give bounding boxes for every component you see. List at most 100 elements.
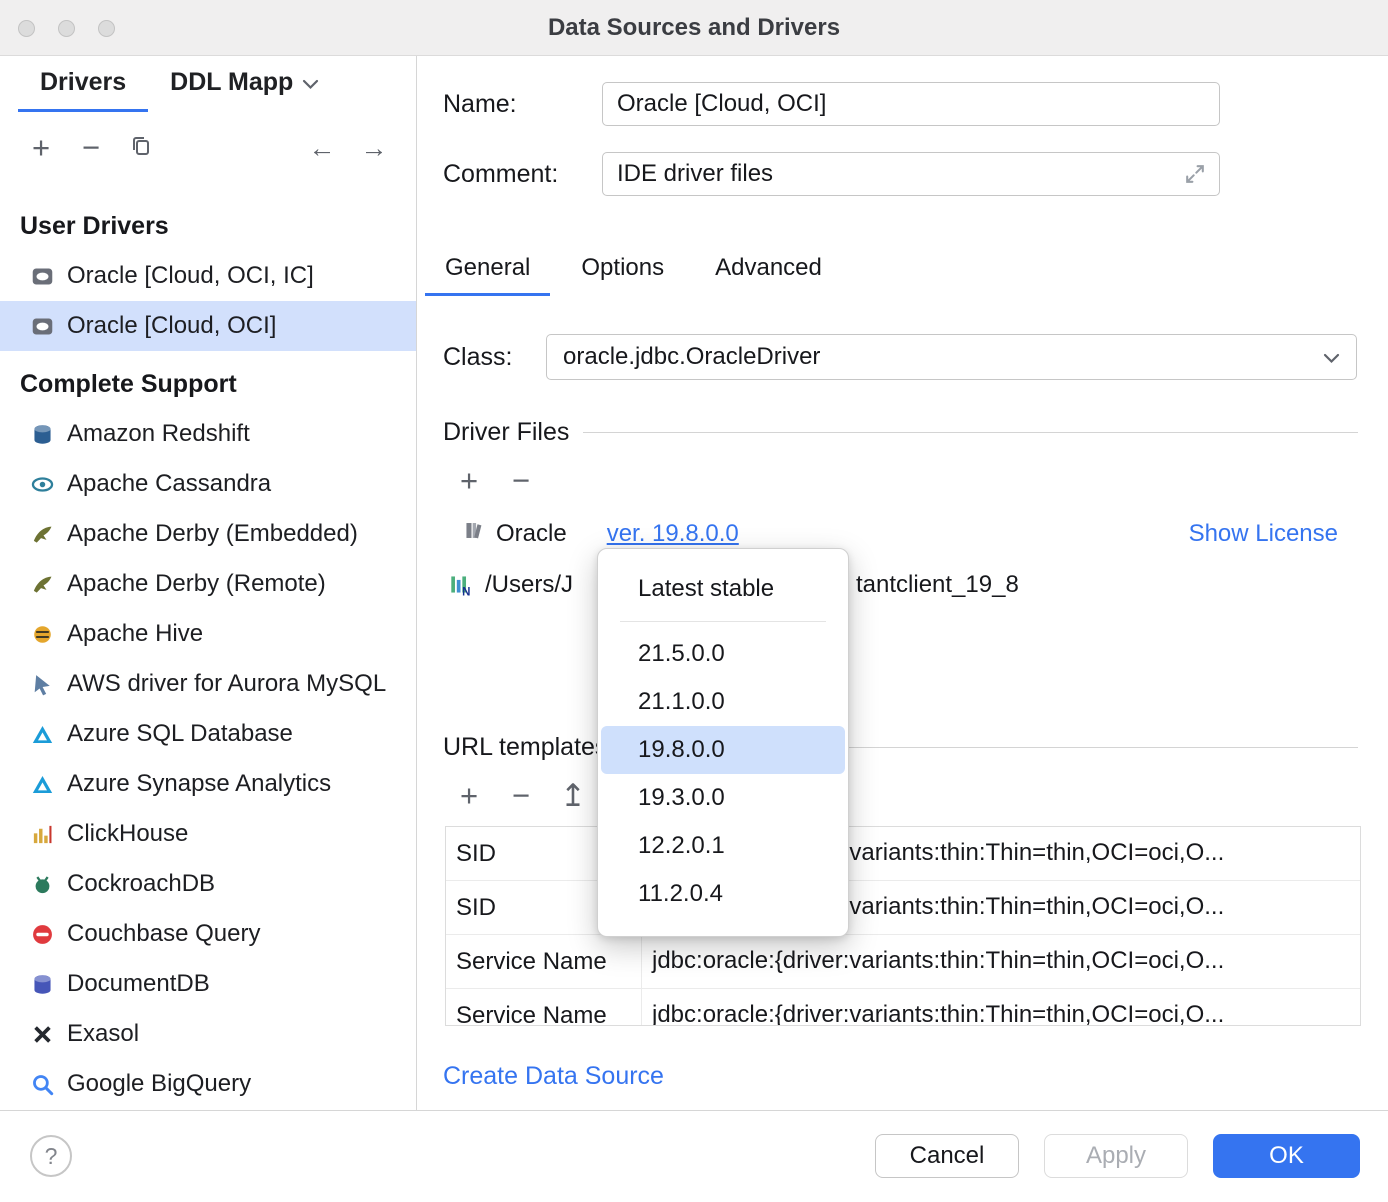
move-up-icon[interactable]: ↥: [561, 776, 585, 816]
minimize-window-button[interactable]: [58, 20, 75, 37]
url-template-row[interactable]: Service Namejdbc:oracle:{driver:variants…: [446, 989, 1360, 1026]
driver-item[interactable]: Amazon Redshift: [0, 409, 416, 459]
version-option[interactable]: 19.8.0.0: [601, 726, 845, 774]
driver-item-label: Google BigQuery: [67, 1070, 251, 1098]
separator-line: [583, 432, 1358, 433]
sidebar-tabs: Drivers DDL Mapp: [0, 56, 416, 112]
chevron-down-icon: [1323, 343, 1340, 371]
driver-archive-icon: [463, 519, 486, 549]
help-button[interactable]: ?: [30, 1135, 72, 1177]
remove-file-button[interactable]: −: [509, 461, 533, 501]
remove-template-button[interactable]: −: [509, 776, 533, 816]
url-template-row[interactable]: SIDjdbc:oracle:{driver:variants:thin:Thi…: [446, 881, 1360, 935]
detail-tabs: General Options Advanced: [425, 242, 842, 296]
driver-item[interactable]: Azure Synapse Analytics: [0, 759, 416, 809]
version-option[interactable]: 21.5.0.0: [601, 630, 845, 678]
tab-advanced[interactable]: Advanced: [695, 242, 842, 296]
data-sources-dialog: Data Sources and Drivers Drivers DDL Map…: [0, 0, 1388, 1202]
forward-button[interactable]: →: [348, 128, 400, 168]
section-header: User Drivers: [0, 201, 416, 251]
driver-item[interactable]: DocumentDB: [0, 959, 416, 1009]
google-bigquery-icon: [30, 1072, 54, 1096]
driver-item-label: Oracle [Cloud, OCI, IC]: [67, 262, 314, 290]
cockroachdb-icon: [30, 872, 54, 896]
class-row: Class: oracle.jdbc.OracleDriver: [443, 334, 1357, 380]
driver-item[interactable]: CockroachDB: [0, 859, 416, 909]
driver-item[interactable]: Google BigQuery: [0, 1059, 416, 1109]
create-data-source-link[interactable]: Create Data Source: [443, 1056, 664, 1096]
file-path-start: /Users/J: [485, 563, 573, 607]
apply-button[interactable]: Apply: [1044, 1134, 1188, 1178]
tab-drivers[interactable]: Drivers: [18, 56, 148, 112]
driver-version-link[interactable]: ver. 19.8.0.0: [607, 520, 739, 548]
driver-item[interactable]: Oracle [Cloud, OCI, IC]: [0, 251, 416, 301]
driver-item-label: DocumentDB: [67, 970, 210, 998]
tab-options[interactable]: Options: [561, 242, 684, 296]
driver-item[interactable]: Apache Derby (Embedded): [0, 509, 416, 559]
close-window-button[interactable]: [18, 20, 35, 37]
native-library-icon: N: [449, 573, 472, 603]
driver-files-separator: Driver Files: [443, 416, 1358, 448]
apache-cassandra-icon: [30, 472, 54, 496]
apache-derby-icon: [30, 522, 54, 546]
popup-divider: [620, 621, 826, 622]
expand-editor-icon[interactable]: [1182, 161, 1208, 192]
ok-button[interactable]: OK: [1213, 1134, 1360, 1178]
window-title: Data Sources and Drivers: [0, 0, 1388, 56]
titlebar: Data Sources and Drivers: [0, 0, 1388, 56]
url-template-row[interactable]: Service Namejdbc:oracle:{driver:variants…: [446, 935, 1360, 989]
name-row: Name:: [443, 82, 1358, 126]
driver-item-label: CockroachDB: [67, 870, 215, 898]
dialog-footer: ? Cancel Apply OK: [0, 1110, 1388, 1202]
svg-text:N: N: [462, 586, 470, 596]
driver-item[interactable]: Azure SQL Database: [0, 709, 416, 759]
url-templates-separator: URL templates: [443, 731, 1358, 763]
amazon-redshift-icon: [30, 422, 54, 446]
version-option[interactable]: 19.3.0.0: [601, 774, 845, 822]
driver-list: User Drivers Oracle [Cloud, OCI, IC] Oracl…: [0, 184, 416, 1109]
version-option[interactable]: 12.2.0.1: [601, 822, 845, 870]
driver-item[interactable]: Apache Derby (Remote): [0, 559, 416, 609]
comment-input[interactable]: [602, 152, 1220, 196]
tab-drivers-label: Drivers: [40, 68, 126, 97]
tab-general[interactable]: General: [425, 242, 550, 296]
sidebar: Drivers DDL Mapp + − ← → User Drivers Ora…: [0, 56, 417, 1110]
driver-file-entry: Oracle ver. 19.8.0.0 Show License: [463, 512, 1338, 556]
zoom-window-button[interactable]: [98, 20, 115, 37]
class-combobox[interactable]: oracle.jdbc.OracleDriver: [546, 334, 1357, 380]
driver-files-title: Driver Files: [443, 418, 569, 447]
name-label: Name:: [443, 82, 517, 126]
url-templates-title: URL templates: [443, 733, 607, 762]
name-input[interactable]: [602, 82, 1220, 126]
driver-item[interactable]: Oracle [Cloud, OCI]: [0, 301, 416, 351]
version-options-list: 21.5.0.021.1.0.019.8.0.019.3.0.012.2.0.1…: [598, 630, 848, 918]
driver-item[interactable]: Apache Hive: [0, 609, 416, 659]
section-header: Complete Support: [0, 359, 416, 409]
driver-file-path-row[interactable]: N /Users/J tantclient_19_8: [418, 563, 1388, 607]
remove-driver-button[interactable]: −: [66, 128, 116, 168]
url-templates-table: SIDjdbc:oracle:{driver:variants:thin:Thi…: [445, 826, 1361, 1026]
add-driver-button[interactable]: +: [16, 128, 66, 168]
version-option[interactable]: 11.2.0.4: [601, 870, 845, 918]
version-option[interactable]: 21.1.0.0: [601, 678, 845, 726]
url-template-row[interactable]: SIDjdbc:oracle:{driver:variants:thin:Thi…: [446, 827, 1360, 881]
tab-ddl-mappings[interactable]: DDL Mapp: [148, 56, 341, 112]
driver-item[interactable]: Exasol: [0, 1009, 416, 1059]
driver-files-toolbar: + −: [457, 461, 533, 501]
class-value: oracle.jdbc.OracleDriver: [563, 343, 820, 371]
copy-icon: [129, 130, 153, 166]
azure-synapse-icon: [30, 772, 54, 796]
driver-item[interactable]: AWS driver for Aurora MySQL: [0, 659, 416, 709]
add-file-button[interactable]: +: [457, 461, 481, 501]
add-template-button[interactable]: +: [457, 776, 481, 816]
cancel-button[interactable]: Cancel: [875, 1134, 1019, 1178]
couchbase-icon: [30, 922, 54, 946]
back-button[interactable]: ←: [296, 128, 348, 168]
duplicate-driver-button[interactable]: [116, 128, 166, 168]
azure-sql-database-icon: [30, 722, 54, 746]
driver-item[interactable]: Couchbase Query: [0, 909, 416, 959]
driver-item[interactable]: ClickHouse: [0, 809, 416, 859]
show-license-link[interactable]: Show License: [1189, 520, 1338, 548]
latest-stable-option[interactable]: Latest stable: [598, 569, 848, 609]
driver-item[interactable]: Apache Cassandra: [0, 459, 416, 509]
